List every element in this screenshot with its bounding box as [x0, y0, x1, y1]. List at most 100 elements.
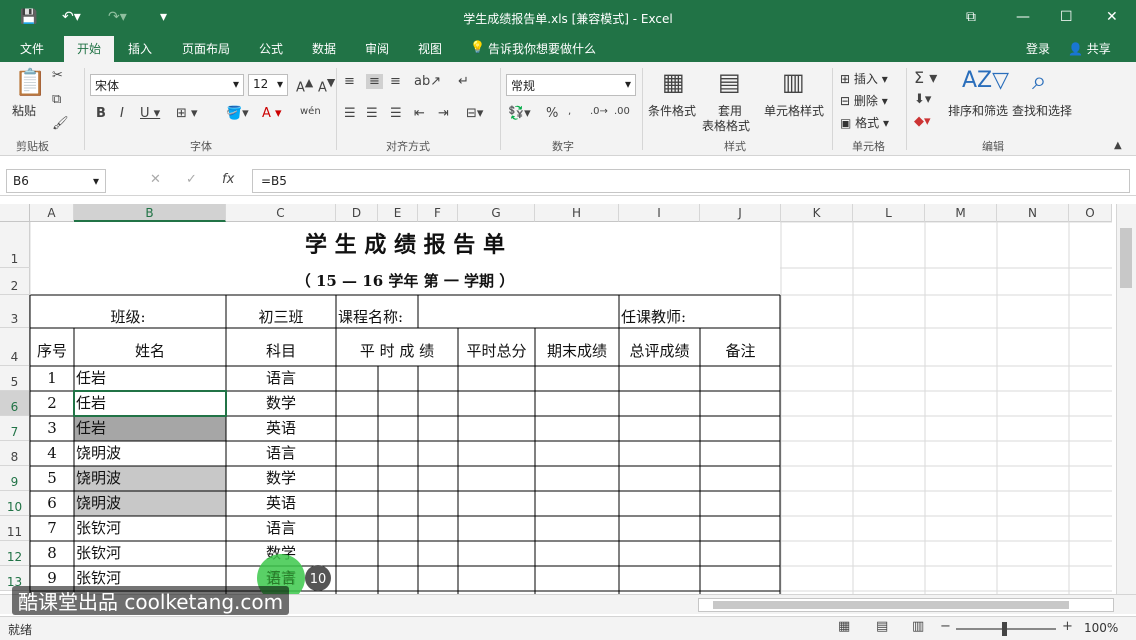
wrap-text-icon[interactable]: ↵	[458, 74, 469, 89]
tab-page-layout[interactable]: 页面布局	[182, 40, 230, 57]
bottom-align-icon[interactable]: ≡	[390, 74, 401, 89]
find-select-icon[interactable]: ⌕	[1032, 66, 1047, 97]
table-format-button-2[interactable]: 表格格式	[702, 117, 750, 134]
font-color-icon[interactable]: A ▾	[262, 106, 282, 121]
fill-color-icon[interactable]: 🪣▾	[226, 106, 249, 121]
increase-indent-icon[interactable]: ⇥	[438, 106, 449, 121]
collapse-ribbon-icon[interactable]: ▲	[1114, 140, 1122, 151]
page-break-view-icon[interactable]: ▥	[912, 619, 924, 634]
cell-style-icon[interactable]: ▥	[782, 68, 805, 96]
tab-data[interactable]: 数据	[312, 40, 336, 57]
align-center-icon[interactable]: ☰	[366, 106, 378, 121]
watermark: 酷课堂出品 coolketang.com	[12, 586, 290, 615]
delete-cells-label: 删除	[853, 94, 878, 108]
clipboard-group-label: 剪贴板	[16, 140, 49, 153]
font-name-select[interactable]: 宋体 ▾	[90, 74, 244, 96]
table-format-icon[interactable]: ▤	[718, 68, 741, 96]
lightbulb-icon: 💡	[470, 40, 485, 54]
tab-review[interactable]: 审阅	[365, 40, 389, 57]
conditional-format-button[interactable]: 条件格式	[648, 102, 696, 119]
step-badge-text: 10	[310, 572, 327, 587]
decrease-indent-icon[interactable]: ⇤	[414, 106, 425, 121]
autosum-icon[interactable]: Σ ▾	[914, 68, 937, 87]
horizontal-scrollbar[interactable]	[698, 598, 1114, 612]
orientation-icon[interactable]: ab↗	[414, 74, 441, 89]
tab-view[interactable]: 视图	[418, 40, 442, 57]
tab-formulas[interactable]: 公式	[259, 40, 283, 57]
number-group-label: 数字	[552, 140, 574, 153]
paste-icon[interactable]: 📋	[14, 68, 46, 98]
highlighted-subject-text: 语言	[266, 569, 296, 587]
number-format-select[interactable]: 常规 ▾	[506, 74, 636, 96]
sort-filter-button[interactable]: 排序和筛选	[948, 102, 1008, 119]
format-cells-label: 格式	[855, 116, 880, 130]
font-name-value: 宋体	[95, 79, 120, 93]
share-label: 共享	[1086, 42, 1111, 56]
enter-icon[interactable]: ✓	[186, 172, 197, 187]
find-select-button[interactable]: 查找和选择	[1012, 102, 1072, 119]
currency-icon[interactable]: 💱▾	[508, 106, 531, 121]
copy-icon[interactable]: ⧉	[52, 92, 61, 107]
styles-group-label: 样式	[724, 140, 746, 153]
name-box[interactable]: B6 ▾	[6, 169, 106, 193]
editing-group-label: 编辑	[982, 140, 1004, 153]
decrease-decimal-icon[interactable]: .00	[614, 106, 630, 117]
minimize-icon[interactable]: —	[1016, 8, 1030, 26]
horizontal-scroll-thumb[interactable]	[713, 601, 1069, 609]
sign-in-link[interactable]: 登录	[1026, 40, 1050, 57]
normal-view-icon[interactable]: ▦	[838, 619, 850, 634]
vertical-scrollbar[interactable]	[1116, 204, 1136, 594]
share-button[interactable]: 👤 共享	[1068, 40, 1111, 57]
tell-me-box[interactable]: 告诉我你想要做什么	[488, 40, 596, 57]
zoom-in-icon[interactable]: +	[1062, 619, 1073, 634]
name-box-value: B6	[13, 174, 29, 188]
zoom-level[interactable]: 100%	[1084, 621, 1118, 635]
increase-decimal-icon[interactable]: .0→	[590, 106, 608, 117]
page-layout-view-icon[interactable]: ▤	[876, 619, 888, 634]
cell-style-button[interactable]: 单元格样式	[764, 102, 824, 119]
insert-function-icon[interactable]: fx	[222, 172, 234, 187]
clear-icon[interactable]: ◆▾	[914, 114, 931, 129]
format-painter-icon[interactable]: 🖌	[52, 116, 69, 131]
comma-style-icon[interactable]: ,	[568, 106, 571, 117]
align-left-icon[interactable]: ☰	[344, 106, 356, 121]
decrease-font-icon[interactable]: A▼	[318, 76, 335, 95]
align-right-icon[interactable]: ☰	[390, 106, 402, 121]
underline-icon[interactable]: U ▾	[140, 106, 160, 121]
cancel-icon[interactable]: ✕	[150, 172, 161, 187]
paste-button[interactable]: 粘贴	[12, 102, 36, 119]
increase-font-icon[interactable]: A▲	[296, 76, 313, 95]
format-cells-button[interactable]: ▣ 格式 ▾	[840, 114, 889, 131]
font-size-select[interactable]: 12 ▾	[248, 74, 288, 96]
phonetic-icon[interactable]: wén	[300, 106, 321, 117]
bold-icon[interactable]: B	[96, 106, 106, 121]
cell-borders: 语言 10	[29, 221, 1112, 594]
cut-icon[interactable]: ✂	[52, 68, 63, 83]
number-format-value: 常规	[511, 79, 536, 93]
cells-group-label: 单元格	[852, 140, 885, 153]
zoom-slider-thumb[interactable]	[1002, 622, 1007, 636]
conditional-format-icon[interactable]: ▦	[662, 68, 685, 96]
sort-filter-icon[interactable]: AZ▽	[962, 68, 1009, 93]
merge-center-icon[interactable]: ⊟▾	[466, 106, 483, 121]
zoom-out-icon[interactable]: −	[940, 619, 951, 634]
font-size-value: 12	[253, 77, 269, 91]
formula-input[interactable]: =B5	[252, 169, 1130, 193]
ribbon-tabs: 文件 插入 页面布局 公式 数据 审阅 视图 💡 告诉我你想要做什么 登录 👤 …	[0, 36, 1136, 62]
alignment-group-label: 对齐方式	[386, 140, 430, 153]
tab-home[interactable]: 开始	[64, 36, 114, 63]
italic-icon[interactable]: I	[120, 106, 124, 121]
tab-file[interactable]: 文件	[20, 40, 44, 57]
insert-cells-button[interactable]: ⊞ 插入 ▾	[840, 70, 888, 87]
fill-down-icon[interactable]: ⬇▾	[914, 92, 931, 107]
tab-insert[interactable]: 插入	[128, 40, 152, 57]
middle-align-icon[interactable]: ≡	[366, 74, 383, 89]
ribbon-options-icon[interactable]: ⧉	[966, 8, 976, 26]
vertical-scroll-thumb[interactable]	[1120, 228, 1132, 288]
close-icon[interactable]: ✕	[1106, 8, 1118, 26]
top-align-icon[interactable]: ≡	[344, 74, 355, 89]
delete-cells-button[interactable]: ⊟ 删除 ▾	[840, 92, 888, 109]
percent-icon[interactable]: %	[546, 106, 558, 121]
maximize-icon[interactable]: ☐	[1060, 8, 1073, 26]
border-icon[interactable]: ⊞ ▾	[176, 106, 198, 121]
